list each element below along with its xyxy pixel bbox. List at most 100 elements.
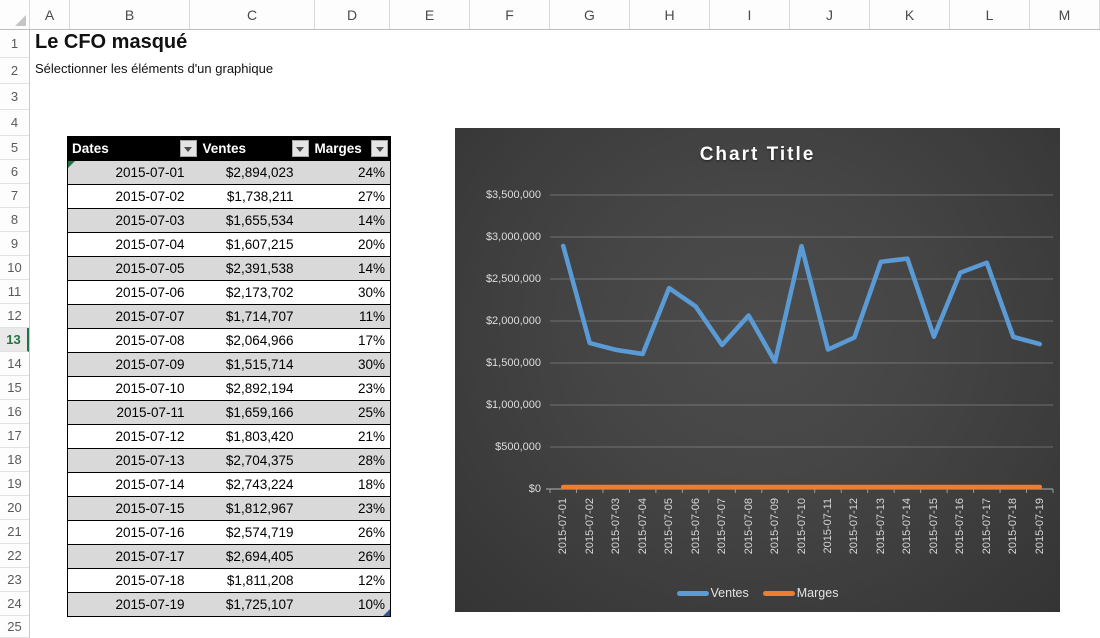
cell-dates[interactable]: 2015-07-19 <box>68 593 199 617</box>
cell-marges[interactable]: 10% <box>311 593 391 617</box>
column-header-J[interactable]: J <box>790 0 870 29</box>
sheet-area[interactable]: Le CFO masqué Sélectionner les éléments … <box>30 30 1100 638</box>
row-header-19[interactable]: 19 <box>0 472 29 496</box>
cell-marges[interactable]: 21% <box>311 425 391 449</box>
cell-marges[interactable]: 24% <box>311 161 391 185</box>
cell-dates[interactable]: 2015-07-03 <box>68 209 199 233</box>
row-header-14[interactable]: 14 <box>0 352 29 376</box>
cell-ventes[interactable]: $1,607,215 <box>199 233 311 257</box>
cell-marges[interactable]: 23% <box>311 377 391 401</box>
column-header-A[interactable]: A <box>30 0 70 29</box>
row-header-21[interactable]: 21 <box>0 520 29 544</box>
cell-dates[interactable]: 2015-07-05 <box>68 257 199 281</box>
cell-dates[interactable]: 2015-07-12 <box>68 425 199 449</box>
row-header-24[interactable]: 24 <box>0 592 29 616</box>
cell-dates[interactable]: 2015-07-15 <box>68 497 199 521</box>
row-header-3[interactable]: 3 <box>0 84 29 110</box>
row-header-11[interactable]: 11 <box>0 280 29 304</box>
cell-marges[interactable]: 27% <box>311 185 391 209</box>
column-header-L[interactable]: L <box>950 0 1030 29</box>
cell-marges[interactable]: 23% <box>311 497 391 521</box>
cell-ventes[interactable]: $2,892,194 <box>199 377 311 401</box>
cell-dates[interactable]: 2015-07-01 <box>68 161 199 185</box>
select-all-button[interactable] <box>0 0 30 29</box>
cell-marges[interactable]: 14% <box>311 209 391 233</box>
chart[interactable]: Chart Title VentesMarges $0$500,000$1,00… <box>455 128 1060 612</box>
row-header-6[interactable]: 6 <box>0 160 29 184</box>
cell-ventes[interactable]: $2,574,719 <box>199 521 311 545</box>
column-header-M[interactable]: M <box>1030 0 1100 29</box>
cell-marges[interactable]: 20% <box>311 233 391 257</box>
table-resize-handle[interactable] <box>383 609 390 616</box>
row-header-22[interactable]: 22 <box>0 544 29 568</box>
row-header-18[interactable]: 18 <box>0 448 29 472</box>
cell-ventes[interactable]: $2,694,405 <box>199 545 311 569</box>
cell-dates[interactable]: 2015-07-14 <box>68 473 199 497</box>
column-header-C[interactable]: C <box>190 0 315 29</box>
cell-ventes[interactable]: $2,064,966 <box>199 329 311 353</box>
cell-ventes[interactable]: $1,659,166 <box>199 401 311 425</box>
column-header-B[interactable]: B <box>70 0 190 29</box>
row-header-10[interactable]: 10 <box>0 256 29 280</box>
column-header-E[interactable]: E <box>390 0 470 29</box>
cell-ventes[interactable]: $2,894,023 <box>199 161 311 185</box>
row-header-20[interactable]: 20 <box>0 496 29 520</box>
cell-dates[interactable]: 2015-07-07 <box>68 305 199 329</box>
cell-marges[interactable]: 17% <box>311 329 391 353</box>
cell-ventes[interactable]: $1,738,211 <box>199 185 311 209</box>
cell-dates[interactable]: 2015-07-11 <box>68 401 199 425</box>
cell-marges[interactable]: 18% <box>311 473 391 497</box>
filter-dropdown-button[interactable] <box>371 140 388 157</box>
column-header-F[interactable]: F <box>470 0 550 29</box>
cell-dates[interactable]: 2015-07-04 <box>68 233 199 257</box>
cell-ventes[interactable]: $1,515,714 <box>199 353 311 377</box>
cell-marges[interactable]: 12% <box>311 569 391 593</box>
column-header-dates[interactable]: Dates <box>68 137 199 161</box>
cell-ventes[interactable]: $2,391,538 <box>199 257 311 281</box>
column-header-G[interactable]: G <box>550 0 630 29</box>
row-header-16[interactable]: 16 <box>0 400 29 424</box>
row-header-5[interactable]: 5 <box>0 136 29 160</box>
cell-dates[interactable]: 2015-07-13 <box>68 449 199 473</box>
cell-ventes[interactable]: $1,655,534 <box>199 209 311 233</box>
cell-marges[interactable]: 26% <box>311 521 391 545</box>
filter-dropdown-button[interactable] <box>292 140 309 157</box>
row-header-15[interactable]: 15 <box>0 376 29 400</box>
chart-plot-area[interactable] <box>455 128 1060 612</box>
cell-dates[interactable]: 2015-07-06 <box>68 281 199 305</box>
cell-dates[interactable]: 2015-07-08 <box>68 329 199 353</box>
cell-marges[interactable]: 30% <box>311 281 391 305</box>
row-header-13[interactable]: 13 <box>0 328 29 352</box>
column-header-H[interactable]: H <box>630 0 710 29</box>
cell-marges[interactable]: 30% <box>311 353 391 377</box>
cell-dates[interactable]: 2015-07-16 <box>68 521 199 545</box>
column-header-D[interactable]: D <box>315 0 390 29</box>
series-line-ventes[interactable] <box>563 246 1040 362</box>
cell-marges[interactable]: 14% <box>311 257 391 281</box>
row-header-23[interactable]: 23 <box>0 568 29 592</box>
cell-ventes[interactable]: $1,803,420 <box>199 425 311 449</box>
row-header-9[interactable]: 9 <box>0 232 29 256</box>
cell-ventes[interactable]: $1,811,208 <box>199 569 311 593</box>
row-header-25[interactable]: 25 <box>0 616 29 638</box>
cell-marges[interactable]: 25% <box>311 401 391 425</box>
row-header-17[interactable]: 17 <box>0 424 29 448</box>
row-header-4[interactable]: 4 <box>0 110 29 136</box>
column-header-I[interactable]: I <box>710 0 790 29</box>
column-header-K[interactable]: K <box>870 0 950 29</box>
cell-dates[interactable]: 2015-07-09 <box>68 353 199 377</box>
cell-ventes[interactable]: $1,812,967 <box>199 497 311 521</box>
row-header-12[interactable]: 12 <box>0 304 29 328</box>
cell-marges[interactable]: 11% <box>311 305 391 329</box>
column-header-ventes[interactable]: Ventes <box>199 137 311 161</box>
row-header-7[interactable]: 7 <box>0 184 29 208</box>
cell-dates[interactable]: 2015-07-18 <box>68 569 199 593</box>
cell-dates[interactable]: 2015-07-02 <box>68 185 199 209</box>
cell-ventes[interactable]: $2,743,224 <box>199 473 311 497</box>
cell-marges[interactable]: 26% <box>311 545 391 569</box>
filter-dropdown-button[interactable] <box>180 140 197 157</box>
cell-dates[interactable]: 2015-07-17 <box>68 545 199 569</box>
row-header-2[interactable]: 2 <box>0 58 29 84</box>
cell-ventes[interactable]: $1,714,707 <box>199 305 311 329</box>
row-header-1[interactable]: 1 <box>0 30 29 58</box>
